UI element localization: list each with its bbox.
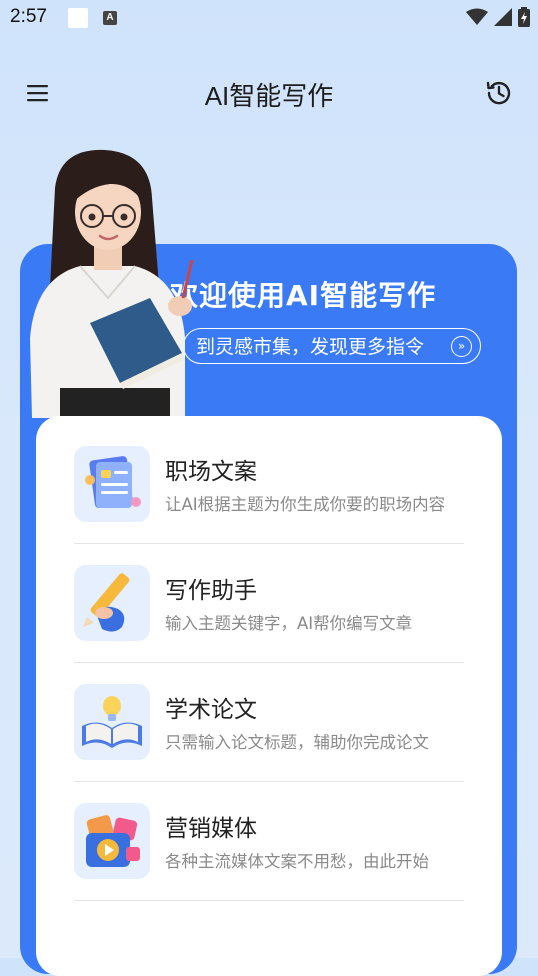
status-bar: 2:57 A: [0, 0, 538, 36]
history-button[interactable]: [484, 78, 514, 108]
document-icon: [74, 446, 150, 522]
inspiration-market-link[interactable]: 到灵感市集，发现更多指令 »: [183, 328, 481, 364]
book-bulb-icon: [74, 684, 150, 760]
wifi-icon: [466, 8, 488, 25]
double-chevron-icon: »: [451, 336, 472, 357]
feature-description: 输入主题关键字，AI帮你编写文章: [165, 614, 413, 633]
inspiration-link-label: 到灵感市集，发现更多指令: [196, 336, 425, 358]
feature-name: 写作助手: [165, 578, 257, 604]
divider: [74, 900, 464, 901]
pencil-icon: [74, 565, 150, 641]
banner-headline: 欢迎使用AI智能写作: [170, 279, 437, 312]
signal-icon: [494, 8, 512, 26]
a-badge-icon: A: [103, 11, 117, 25]
feature-description: 让AI根据主题为你生成你要的职场内容: [165, 495, 446, 514]
assistant-avatar: [30, 149, 194, 418]
feature-card: 职场文案 让AI根据主题为你生成你要的职场内容 写作助手 输入主题关键字，AI帮…: [36, 416, 502, 976]
feature-item-writing-assistant[interactable]: 写作助手 输入主题关键字，AI帮你编写文章: [74, 535, 464, 653]
feature-item-academic-paper[interactable]: 学术论文 只需输入论文标题，辅助你完成论文: [74, 654, 464, 772]
status-time: 2:57: [10, 6, 47, 27]
feature-name: 学术论文: [165, 697, 257, 723]
battery-icon: [518, 7, 530, 27]
feature-name: 营销媒体: [165, 816, 257, 842]
feature-item-workplace-copy[interactable]: 职场文案 让AI根据主题为你生成你要的职场内容: [74, 416, 464, 534]
media-play-icon: [74, 803, 150, 879]
feature-name: 职场文案: [165, 459, 257, 485]
feature-description: 各种主流媒体文案不用愁，由此开始: [165, 852, 429, 871]
feature-item-marketing-media[interactable]: 营销媒体 各种主流媒体文案不用愁，由此开始: [74, 773, 464, 891]
status-icons: [466, 7, 530, 27]
feature-description: 只需输入论文标题，辅助你完成论文: [165, 733, 429, 752]
history-icon: [486, 81, 511, 105]
notification-icon: [68, 8, 88, 28]
top-app-bar: AI智能写作: [0, 60, 538, 126]
page-title: AI智能写作: [204, 81, 334, 111]
